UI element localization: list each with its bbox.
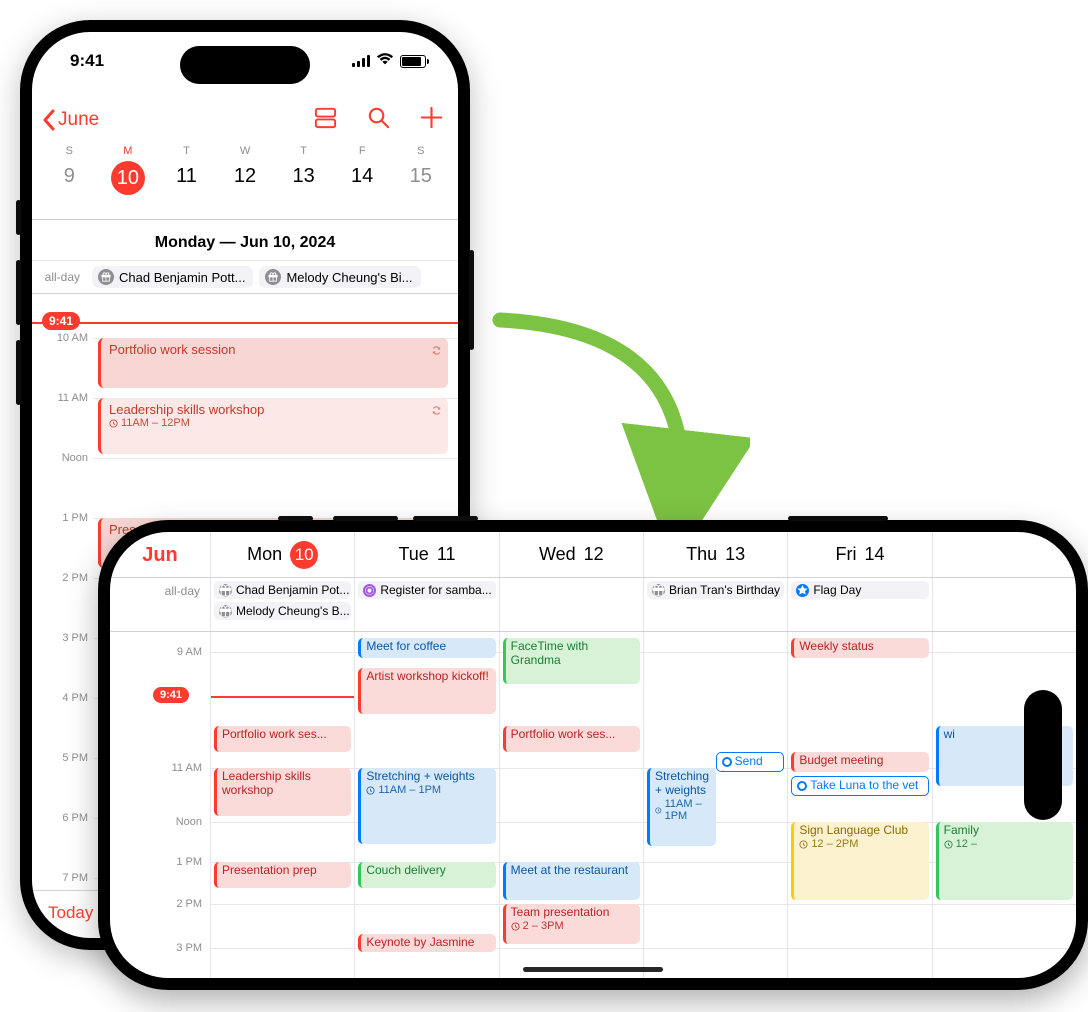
status-time: 9:41 <box>70 51 104 71</box>
all-day-row: all-day Chad Benjamin Pott... Melody Cheu… <box>32 260 458 294</box>
calendar-event[interactable]: Take Luna to the vet <box>791 776 928 796</box>
week-day-11[interactable]: T11 <box>157 145 216 195</box>
calendar-event[interactable]: Portfolio work ses... <box>214 726 351 752</box>
week-day-10[interactable]: M10 <box>99 145 158 195</box>
search-icon[interactable] <box>366 105 391 135</box>
all-day-cell <box>932 578 1076 631</box>
back-button[interactable]: June <box>40 109 99 131</box>
calendar-event[interactable]: Portfolio work ses... <box>503 726 640 752</box>
all-day-event[interactable]: Chad Benjamin Pot... <box>214 581 351 599</box>
calendar-event[interactable]: Meet at the restaurant <box>503 862 640 900</box>
calendar-event[interactable]: Couch delivery <box>358 862 495 888</box>
all-day-label: all-day <box>38 270 86 284</box>
add-icon[interactable] <box>419 105 444 135</box>
chevron-left-icon <box>40 109 58 131</box>
week-day-13[interactable]: T13 <box>274 145 333 195</box>
mute-switch <box>16 200 21 235</box>
calendar-event[interactable]: FaceTime with Grandma <box>503 638 640 684</box>
current-time-line: 9:41 <box>32 322 458 324</box>
calendar-event[interactable]: Leadership skills workshop11AM – 12PM <box>98 398 448 454</box>
day-column[interactable]: Weekly status Budget meeting Take Luna to … <box>787 632 931 978</box>
dynamic-island <box>180 46 310 84</box>
volume-up <box>333 516 398 521</box>
week-header: Jun Mon10Tue11Wed12Thu13Fri14 <box>110 532 1076 578</box>
day-header[interactable]: Wed12 <box>499 532 643 577</box>
day-header[interactable]: Thu13 <box>643 532 787 577</box>
day-column[interactable]: FaceTime with Grandma Portfolio work ses.… <box>499 632 643 978</box>
phone-landscape: Jun Mon10Tue11Wed12Thu13Fri14 all-day Ch… <box>98 520 1088 990</box>
calendar-event[interactable]: Presentation prep <box>214 862 351 888</box>
back-label: June <box>58 109 99 131</box>
all-day-event[interactable]: Chad Benjamin Pott... <box>92 266 253 288</box>
calendar-event[interactable]: Artist workshop kickoff! <box>358 668 495 714</box>
calendar-event[interactable]: Family12 – <box>936 822 1073 900</box>
week-day-15[interactable]: S15 <box>391 145 450 195</box>
calendar-event[interactable]: Weekly status <box>791 638 928 658</box>
calendar-event[interactable]: Team presentation2 – 3PM <box>503 904 640 944</box>
home-indicator[interactable] <box>523 967 663 972</box>
calendar-event[interactable]: Send b... <box>716 752 785 772</box>
calendar-event[interactable]: Sign Language Club12 – 2PM <box>791 822 928 900</box>
time-column: 9 AM11 AMNoon1 PM2 PM3 PM <box>110 632 210 978</box>
nav-bar: June <box>32 102 458 138</box>
month-label[interactable]: Jun <box>110 532 210 577</box>
volume-down <box>413 516 478 521</box>
all-day-cell: Brian Tran's Birthday <box>643 578 787 631</box>
all-day-row: all-day Chad Benjamin Pot... Melody Cheun… <box>110 578 1076 632</box>
battery-icon <box>400 55 426 68</box>
repeat-icon <box>431 404 442 419</box>
calendar-event[interactable]: Portfolio work session <box>98 338 448 388</box>
power-button <box>788 516 888 521</box>
all-day-event[interactable]: Flag Day <box>791 581 928 599</box>
week-day-12[interactable]: W12 <box>216 145 275 195</box>
current-time-badge: 9:41 <box>42 312 80 330</box>
day-header[interactable] <box>932 532 1076 577</box>
cellular-icon <box>352 55 370 67</box>
week-day-14[interactable]: F14 <box>333 145 392 195</box>
current-time-badge: 9:41 <box>153 687 189 703</box>
day-header[interactable]: Mon10 <box>210 532 354 577</box>
calendar-event[interactable]: Stretching + weights11AM – 1PM <box>358 768 495 844</box>
calendar-event[interactable]: Budget meeting <box>791 752 928 772</box>
screen: Jun Mon10Tue11Wed12Thu13Fri14 all-day Ch… <box>110 532 1076 978</box>
all-day-cell <box>499 578 643 631</box>
day-header[interactable]: Fri14 <box>787 532 931 577</box>
mute-switch <box>278 516 313 521</box>
repeat-icon <box>431 344 442 359</box>
dynamic-island <box>1024 690 1062 820</box>
all-day-cell: Flag Day <box>787 578 931 631</box>
volume-up <box>16 260 21 325</box>
all-day-label: all-day <box>110 578 210 631</box>
all-day-cell: Register for samba... <box>354 578 498 631</box>
all-day-event[interactable]: Melody Cheung's B... <box>214 602 351 620</box>
volume-down <box>16 340 21 405</box>
day-column[interactable]: 9:41Portfolio work ses...Leadership skil… <box>210 632 354 978</box>
wifi-icon <box>376 51 394 71</box>
date-title: Monday — Jun 10, 2024 <box>32 219 458 262</box>
week-day-9[interactable]: S9 <box>40 145 99 195</box>
day-column[interactable]: Meet for coffee Artist workshop kickoff! S… <box>354 632 498 978</box>
list-view-icon[interactable] <box>313 105 338 135</box>
all-day-event[interactable]: Register for samba... <box>358 581 495 599</box>
week-header: S9M10T11W12T13F14S15 <box>32 145 458 195</box>
calendar-event[interactable]: Stretching + weights11AM – 1PM <box>647 768 716 846</box>
calendar-event[interactable]: Meet for coffee <box>358 638 495 658</box>
calendar-event[interactable]: Leadership skills workshop <box>214 768 351 816</box>
calendar-event[interactable]: Keynote by Jasmine <box>358 934 495 952</box>
rotation-arrow-icon <box>470 300 750 540</box>
all-day-event[interactable]: Melody Cheung's Bi... <box>259 266 420 288</box>
all-day-cell: Chad Benjamin Pot... Melody Cheung's B... <box>210 578 354 631</box>
day-column[interactable]: Send b...Stretching + weights11AM – 1PM <box>643 632 787 978</box>
day-header[interactable]: Tue11 <box>354 532 498 577</box>
all-day-event[interactable]: Brian Tran's Birthday <box>647 581 784 599</box>
week-grid[interactable]: 9 AM11 AMNoon1 PM2 PM3 PM 9:41Portfolio … <box>110 632 1076 978</box>
